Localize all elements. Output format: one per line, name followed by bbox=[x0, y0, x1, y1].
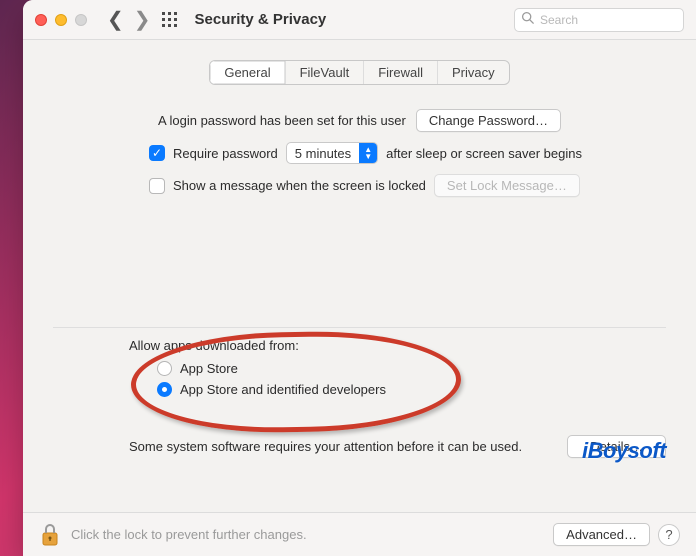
minimize-window-button[interactable] bbox=[55, 14, 67, 26]
tabs-container: General FileVault Firewall Privacy bbox=[53, 60, 666, 85]
preferences-window: ❮ ❯ Security & Privacy bbox=[23, 0, 696, 556]
show-message-row: Show a message when the screen is locked… bbox=[149, 174, 666, 197]
lock-icon[interactable] bbox=[39, 522, 61, 548]
require-password-delay-value: 5 minutes bbox=[295, 146, 351, 161]
allow-apps-section: Allow apps downloaded from: App Store Ap… bbox=[53, 338, 666, 458]
radio-identified-devs[interactable] bbox=[157, 382, 172, 397]
require-password-checkbox[interactable]: ✓ bbox=[149, 145, 165, 161]
login-password-row: A login password has been set for this u… bbox=[53, 109, 666, 132]
nav-arrows: ❮ ❯ bbox=[107, 10, 151, 30]
show-message-checkbox[interactable] bbox=[149, 178, 165, 194]
require-password-row: ✓ Require password 5 minutes ▲▼ after sl… bbox=[149, 142, 666, 164]
tab-bar: General FileVault Firewall Privacy bbox=[209, 60, 509, 85]
show-all-icon[interactable] bbox=[161, 11, 179, 29]
change-password-button[interactable]: Change Password… bbox=[416, 109, 561, 132]
show-message-label: Show a message when the screen is locked bbox=[173, 178, 426, 193]
attention-row: Some system software requires your atten… bbox=[53, 435, 666, 458]
allow-option-app-store[interactable]: App Store bbox=[157, 361, 666, 376]
window-controls bbox=[35, 14, 87, 26]
content-area: General FileVault Firewall Privacy A log… bbox=[23, 40, 696, 512]
tab-filevault[interactable]: FileVault bbox=[285, 61, 364, 84]
search-input[interactable] bbox=[540, 13, 677, 27]
lock-text: Click the lock to prevent further change… bbox=[71, 527, 307, 542]
titlebar: ❮ ❯ Security & Privacy bbox=[23, 0, 696, 40]
tab-privacy[interactable]: Privacy bbox=[437, 61, 509, 84]
help-button[interactable]: ? bbox=[658, 524, 680, 546]
radio-identified-devs-label: App Store and identified developers bbox=[180, 382, 386, 397]
section-divider bbox=[53, 327, 666, 328]
search-icon bbox=[521, 11, 534, 29]
tab-firewall[interactable]: Firewall bbox=[363, 61, 437, 84]
forward-button: ❯ bbox=[134, 10, 151, 30]
radio-app-store-label: App Store bbox=[180, 361, 238, 376]
footer: Click the lock to prevent further change… bbox=[23, 512, 696, 556]
back-button[interactable]: ❮ bbox=[107, 10, 124, 30]
radio-app-store[interactable] bbox=[157, 361, 172, 376]
advanced-button[interactable]: Advanced… bbox=[553, 523, 650, 546]
allow-apps-title: Allow apps downloaded from: bbox=[129, 338, 666, 353]
require-password-suffix: after sleep or screen saver begins bbox=[386, 146, 582, 161]
general-section: A login password has been set for this u… bbox=[53, 109, 666, 207]
select-stepper-icon: ▲▼ bbox=[359, 143, 377, 163]
allow-option-identified-devs[interactable]: App Store and identified developers bbox=[157, 382, 666, 397]
require-password-label: Require password bbox=[173, 146, 278, 161]
zoom-window-button bbox=[75, 14, 87, 26]
set-lock-message-button: Set Lock Message… bbox=[434, 174, 580, 197]
search-field[interactable] bbox=[514, 8, 684, 32]
tab-general[interactable]: General bbox=[210, 61, 284, 84]
attention-text: Some system software requires your atten… bbox=[129, 439, 522, 454]
window-title: Security & Privacy bbox=[195, 11, 327, 28]
close-window-button[interactable] bbox=[35, 14, 47, 26]
require-password-delay-select[interactable]: 5 minutes ▲▼ bbox=[286, 142, 378, 164]
watermark-logo: iBoysoft bbox=[582, 438, 666, 464]
login-password-text: A login password has been set for this u… bbox=[158, 113, 406, 128]
